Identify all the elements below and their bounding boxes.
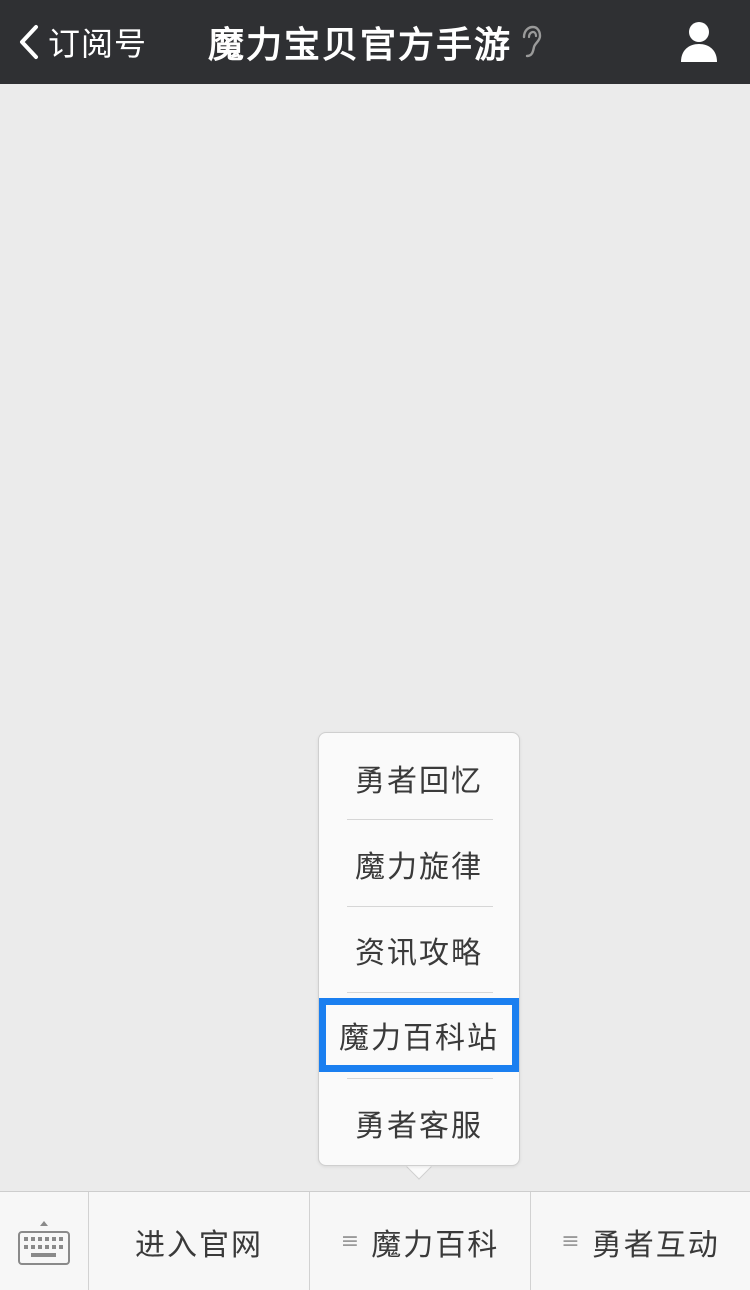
back-label: 订阅号 [48,25,148,63]
tab-encyclopedia[interactable]: ≡ 魔力百科 [309,1192,530,1290]
menu-item-news-guides[interactable]: 资讯攻略 [319,907,519,993]
bottom-menu-bar: 进入官网 ≡ 魔力百科 ≡ 勇者互动 [0,1191,750,1290]
submenu-popup: 勇者回忆 魔力旋律 资讯攻略 魔力百科站 勇者客服 [318,732,520,1166]
menu-divider [347,992,493,993]
menu-divider [347,819,493,820]
menu-lines-icon: ≡ [561,1229,580,1254]
ear-icon [522,25,542,58]
back-button[interactable]: 订阅号 [14,0,147,84]
tab-label: 勇者互动 [591,1227,720,1263]
tab-official-site[interactable]: 进入官网 [88,1192,309,1290]
menu-item-magic-melody[interactable]: 魔力旋律 [319,821,519,907]
menu-lines-icon: ≡ [340,1229,360,1254]
keyboard-icon [18,1220,70,1265]
tab-label: 进入官网 [135,1227,263,1263]
profile-icon [681,22,717,62]
top-nav-bar: 订阅号 魔力宝贝官方手游 [0,0,750,84]
menu-item-encyclopedia-site[interactable]: 魔力百科站 [319,998,519,1072]
keyboard-toggle-button[interactable] [0,1192,88,1290]
menu-divider [347,1078,493,1079]
chevron-left-icon [20,25,38,59]
menu-item-brave-memories[interactable]: 勇者回忆 [319,735,519,821]
profile-button[interactable] [676,14,722,70]
menu-item-customer-service[interactable]: 勇者客服 [319,1080,519,1166]
page-title: 魔力宝贝官方手游 [207,25,512,66]
tab-label: 魔力百科 [371,1227,500,1263]
tab-brave-interaction[interactable]: ≡ 勇者互动 [530,1192,750,1290]
